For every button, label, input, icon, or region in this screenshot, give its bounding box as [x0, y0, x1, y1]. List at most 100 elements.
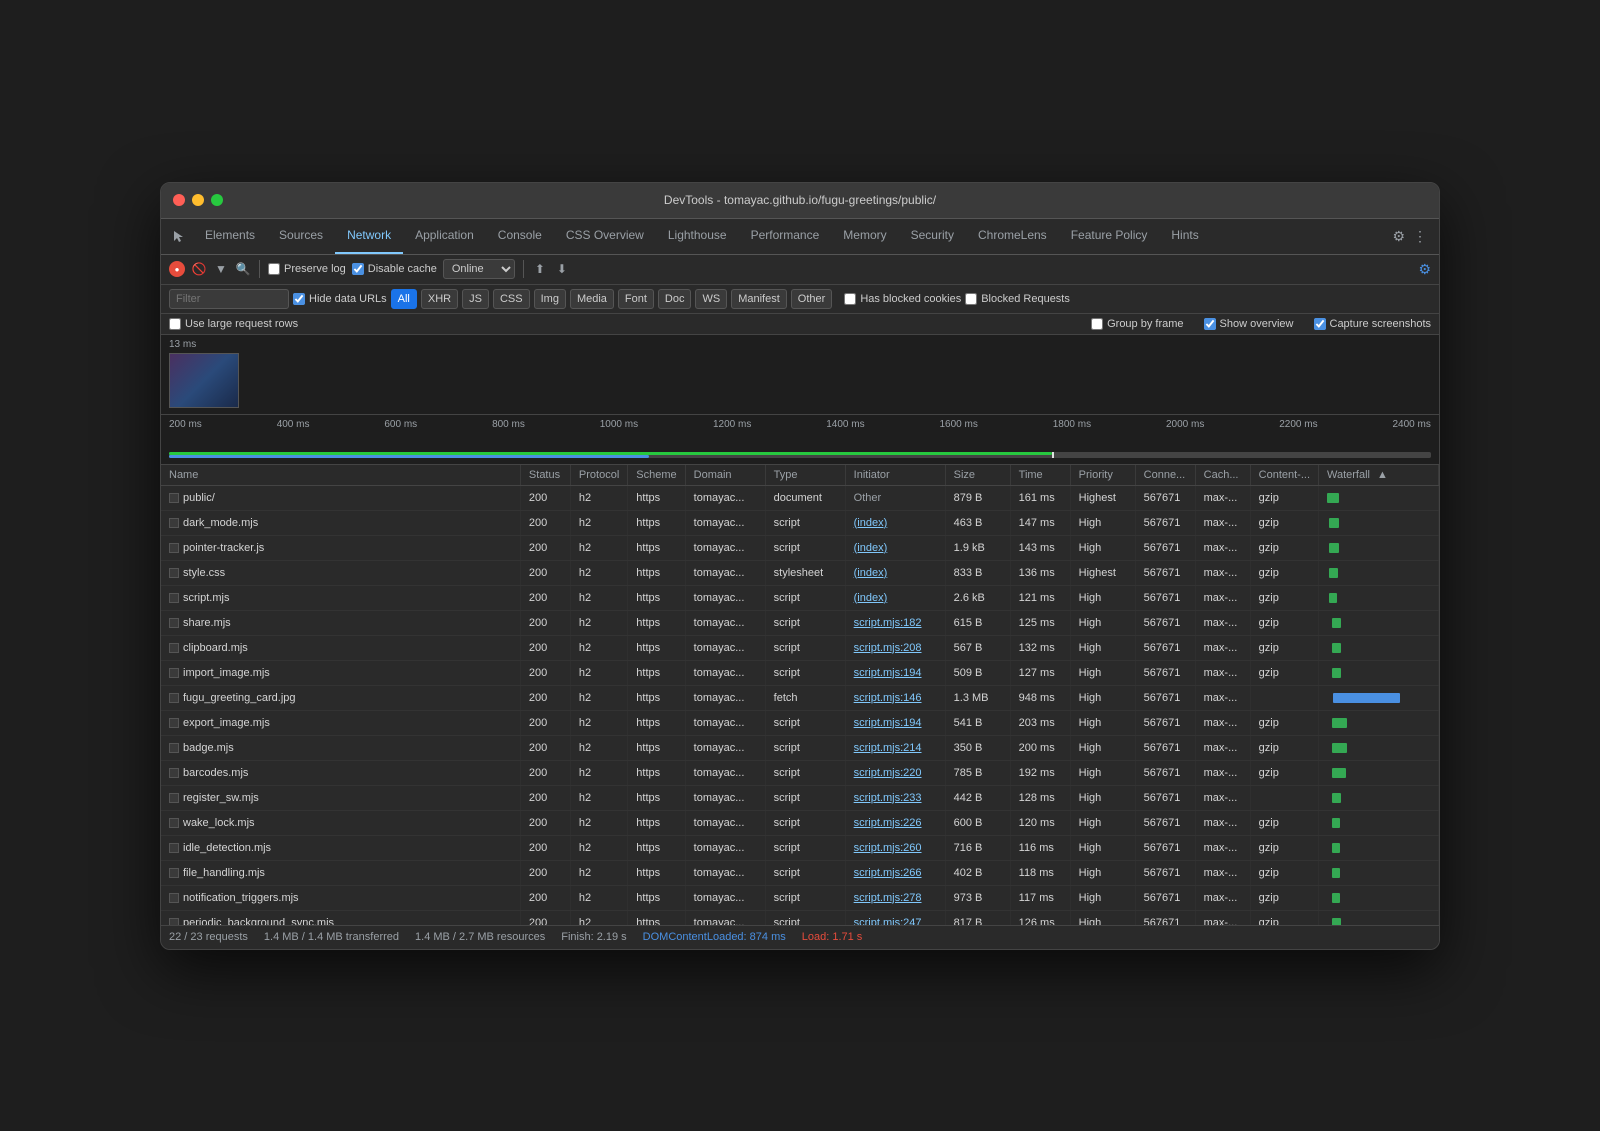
- tab-hints[interactable]: Hints: [1159, 219, 1210, 255]
- throttle-select[interactable]: Online Fast 3G Slow 3G Offline: [443, 259, 515, 279]
- cell-initiator[interactable]: (index): [845, 560, 945, 585]
- filter-xhr-button[interactable]: XHR: [421, 289, 458, 309]
- tab-application[interactable]: Application: [403, 219, 486, 255]
- col-header-type[interactable]: Type: [765, 465, 845, 486]
- filter-doc-button[interactable]: Doc: [658, 289, 692, 309]
- filter-input[interactable]: [169, 289, 289, 309]
- col-header-waterfall[interactable]: Waterfall ▲: [1319, 465, 1439, 486]
- cell-initiator[interactable]: script.mjs:182: [845, 610, 945, 635]
- search-button[interactable]: 🔍: [235, 261, 251, 277]
- tab-elements[interactable]: Elements: [193, 219, 267, 255]
- table-row[interactable]: pointer-tracker.js200h2httpstomayac...sc…: [161, 535, 1439, 560]
- table-row[interactable]: idle_detection.mjs200h2httpstomayac...sc…: [161, 835, 1439, 860]
- filter-all-button[interactable]: All: [391, 289, 417, 309]
- has-blocked-cookies-checkbox[interactable]: Has blocked cookies: [844, 293, 961, 305]
- cell-initiator[interactable]: script.mjs:220: [845, 760, 945, 785]
- filter-img-button[interactable]: Img: [534, 289, 566, 309]
- table-row[interactable]: import_image.mjs200h2httpstomayac...scri…: [161, 660, 1439, 685]
- table-row[interactable]: file_handling.mjs200h2httpstomayac...scr…: [161, 860, 1439, 885]
- large-rows-checkbox[interactable]: Use large request rows: [169, 318, 298, 330]
- hide-data-urls-checkbox[interactable]: Hide data URLs: [293, 293, 387, 305]
- tab-network[interactable]: Network: [335, 219, 403, 255]
- table-row[interactable]: script.mjs200h2httpstomayac...script(ind…: [161, 585, 1439, 610]
- tab-security[interactable]: Security: [899, 219, 966, 255]
- col-header-status[interactable]: Status: [520, 465, 570, 486]
- col-header-content[interactable]: Content-...: [1250, 465, 1318, 486]
- cell-initiator[interactable]: (index): [845, 535, 945, 560]
- col-header-cache[interactable]: Cach...: [1195, 465, 1250, 486]
- export-button[interactable]: ⬇: [554, 261, 570, 277]
- cell-initiator[interactable]: script.mjs:226: [845, 810, 945, 835]
- table-row[interactable]: periodic_background_sync.mjs200h2httpsto…: [161, 910, 1439, 925]
- tab-console[interactable]: Console: [486, 219, 554, 255]
- filter-media-button[interactable]: Media: [570, 289, 614, 309]
- col-header-protocol[interactable]: Protocol: [570, 465, 627, 486]
- devtools-settings-icon[interactable]: ⚙: [1418, 261, 1431, 278]
- table-row[interactable]: notification_triggers.mjs200h2httpstomay…: [161, 885, 1439, 910]
- cell-initiator[interactable]: script.mjs:208: [845, 635, 945, 660]
- close-button[interactable]: [173, 194, 185, 206]
- table-row[interactable]: barcodes.mjs200h2httpstomayac...scriptsc…: [161, 760, 1439, 785]
- table-row[interactable]: fugu_greeting_card.jpg200h2httpstomayac.…: [161, 685, 1439, 710]
- cell-initiator[interactable]: script.mjs:146: [845, 685, 945, 710]
- large-rows-input[interactable]: [169, 318, 181, 330]
- cell-initiator[interactable]: (index): [845, 510, 945, 535]
- table-row[interactable]: export_image.mjs200h2httpstomayac...scri…: [161, 710, 1439, 735]
- disable-cache-checkbox[interactable]: Disable cache: [352, 263, 437, 275]
- has-blocked-cookies-input[interactable]: [844, 293, 856, 305]
- preserve-log-checkbox[interactable]: Preserve log: [268, 263, 346, 275]
- col-header-priority[interactable]: Priority: [1070, 465, 1135, 486]
- col-header-scheme[interactable]: Scheme: [628, 465, 685, 486]
- tab-memory[interactable]: Memory: [831, 219, 898, 255]
- col-header-name[interactable]: Name: [161, 465, 520, 486]
- blocked-requests-input[interactable]: [965, 293, 977, 305]
- clear-button[interactable]: 🚫: [191, 261, 207, 277]
- tab-chromelens[interactable]: ChromeLens: [966, 219, 1059, 255]
- blocked-requests-checkbox[interactable]: Blocked Requests: [965, 293, 1070, 305]
- hide-data-urls-input[interactable]: [293, 293, 305, 305]
- table-row[interactable]: dark_mode.mjs200h2httpstomayac...script(…: [161, 510, 1439, 535]
- tab-css-overview[interactable]: CSS Overview: [554, 219, 656, 255]
- more-options-icon[interactable]: ⋮: [1413, 228, 1427, 245]
- screenshot-thumbnail[interactable]: [169, 353, 239, 408]
- filter-font-button[interactable]: Font: [618, 289, 654, 309]
- cell-initiator[interactable]: script.mjs:233: [845, 785, 945, 810]
- col-header-domain[interactable]: Domain: [685, 465, 765, 486]
- devtools-cursor-icon[interactable]: [165, 222, 193, 250]
- table-row[interactable]: style.css200h2httpstomayac...stylesheet(…: [161, 560, 1439, 585]
- table-row[interactable]: clipboard.mjs200h2httpstomayac...scripts…: [161, 635, 1439, 660]
- cell-initiator[interactable]: script.mjs:247: [845, 910, 945, 925]
- disable-cache-input[interactable]: [352, 263, 364, 275]
- table-row[interactable]: share.mjs200h2httpstomayac...scriptscrip…: [161, 610, 1439, 635]
- cell-initiator[interactable]: script.mjs:194: [845, 660, 945, 685]
- tab-feature-policy[interactable]: Feature Policy: [1059, 219, 1160, 255]
- settings-icon[interactable]: ⚙: [1392, 228, 1405, 245]
- col-header-conn[interactable]: Conne...: [1135, 465, 1195, 486]
- import-button[interactable]: ⬆: [532, 261, 548, 277]
- cell-initiator[interactable]: script.mjs:214: [845, 735, 945, 760]
- cell-initiator[interactable]: script.mjs:266: [845, 860, 945, 885]
- preserve-log-input[interactable]: [268, 263, 280, 275]
- filter-other-button[interactable]: Other: [791, 289, 833, 309]
- record-button[interactable]: ●: [169, 261, 185, 277]
- table-row[interactable]: register_sw.mjs200h2httpstomayac...scrip…: [161, 785, 1439, 810]
- col-header-size[interactable]: Size: [945, 465, 1010, 486]
- tab-sources[interactable]: Sources: [267, 219, 335, 255]
- filter-ws-button[interactable]: WS: [695, 289, 727, 309]
- filter-icon[interactable]: ▼: [213, 261, 229, 277]
- network-table-container[interactable]: Name Status Protocol Scheme Domain Type …: [161, 465, 1439, 925]
- filter-js-button[interactable]: JS: [462, 289, 489, 309]
- capture-screenshots-checkbox[interactable]: Capture screenshots: [1314, 318, 1432, 330]
- cell-initiator[interactable]: script.mjs:278: [845, 885, 945, 910]
- minimize-button[interactable]: [192, 194, 204, 206]
- cell-initiator[interactable]: script.mjs:194: [845, 710, 945, 735]
- table-row[interactable]: public/200h2httpstomayac...documentOther…: [161, 485, 1439, 510]
- tab-performance[interactable]: Performance: [739, 219, 832, 255]
- group-by-frame-checkbox[interactable]: Group by frame: [1091, 318, 1183, 330]
- capture-screenshots-input[interactable]: [1314, 318, 1326, 330]
- group-by-frame-input[interactable]: [1091, 318, 1103, 330]
- col-header-time[interactable]: Time: [1010, 465, 1070, 486]
- cell-initiator[interactable]: script.mjs:260: [845, 835, 945, 860]
- tab-lighthouse[interactable]: Lighthouse: [656, 219, 739, 255]
- table-row[interactable]: wake_lock.mjs200h2httpstomayac...scripts…: [161, 810, 1439, 835]
